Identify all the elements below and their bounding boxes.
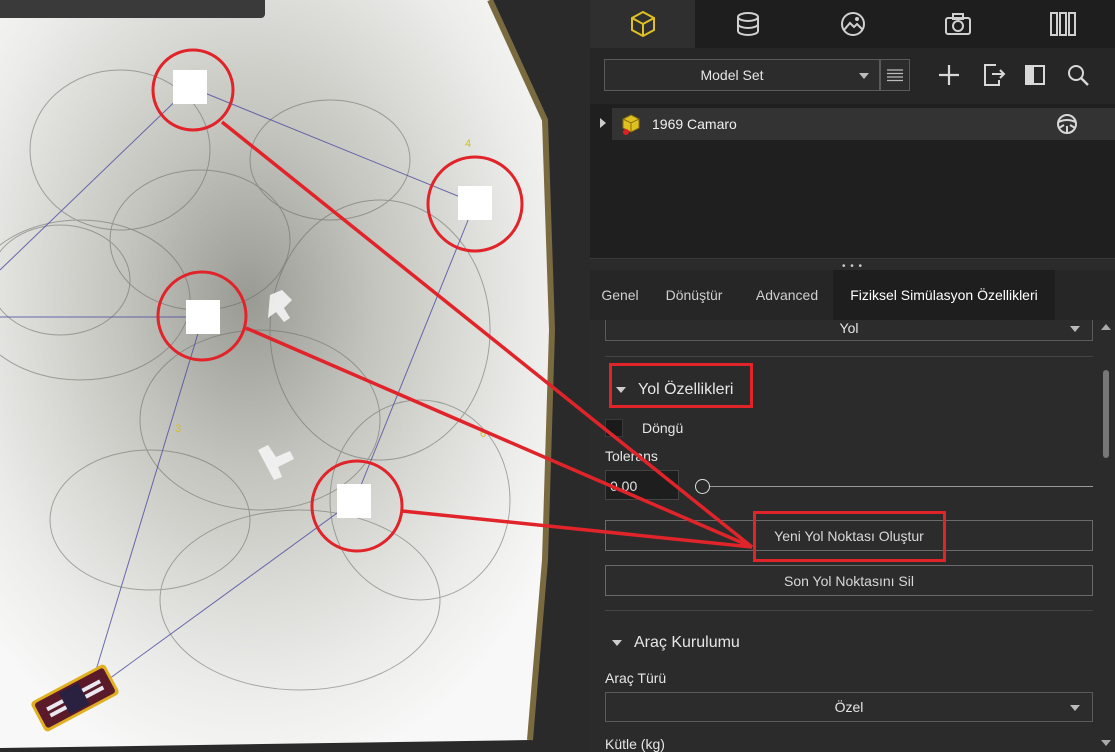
model-set-label: Model Set bbox=[700, 67, 764, 83]
expand-arrow-icon[interactable] bbox=[600, 118, 606, 128]
panel-layout-button[interactable] bbox=[1022, 62, 1048, 88]
tree-item-label: 1969 Camaro bbox=[652, 116, 737, 132]
vehicle-setup-header[interactable]: Araç Kurulumu bbox=[612, 634, 740, 652]
library-icon bbox=[1049, 12, 1076, 36]
waypoint-number: 4 bbox=[465, 138, 471, 150]
delete-last-waypoint-button[interactable]: Son Yol Noktasını Sil bbox=[605, 565, 1093, 596]
model-toolbar: Model Set bbox=[590, 48, 1115, 104]
tab-library[interactable] bbox=[1010, 0, 1115, 48]
cube-icon bbox=[630, 10, 655, 38]
model-tree: 1969 Camaro bbox=[590, 104, 1115, 258]
scroll-down-arrow-icon[interactable] bbox=[1101, 740, 1111, 746]
export-icon bbox=[984, 64, 1006, 86]
highlight-box bbox=[753, 511, 946, 562]
steering-wheel-icon[interactable] bbox=[1055, 112, 1079, 136]
scrollbar-thumb[interactable] bbox=[1103, 370, 1109, 458]
chevron-down-icon bbox=[859, 73, 869, 79]
search-button[interactable] bbox=[1065, 62, 1091, 88]
tab-cameras[interactable] bbox=[905, 0, 1010, 48]
tab-general[interactable]: Genel bbox=[590, 270, 650, 320]
type-dropdown-value: Yol bbox=[839, 320, 859, 336]
vehicle-setup-title: Araç Kurulumu bbox=[634, 634, 740, 651]
mass-label: Kütle (kg) bbox=[605, 736, 665, 752]
image-icon bbox=[840, 12, 865, 36]
type-dropdown[interactable]: Yol bbox=[605, 320, 1093, 341]
divider bbox=[605, 356, 1093, 357]
model-set-dropdown[interactable]: Model Set bbox=[604, 59, 880, 91]
scroll-up-arrow-icon[interactable] bbox=[1101, 324, 1111, 330]
scene-canvas[interactable]: 4 3 6 bbox=[0, 0, 590, 752]
tolerance-input[interactable]: 0.00 bbox=[605, 470, 679, 500]
chevron-down-icon bbox=[1070, 705, 1080, 711]
tab-physics-simulation[interactable]: Fiziksel Simülasyon Özellikleri bbox=[833, 270, 1055, 320]
tab-images[interactable] bbox=[800, 0, 905, 48]
search-icon bbox=[1068, 65, 1089, 86]
panel-top-tabs bbox=[590, 0, 1115, 48]
vehicle-type-label: Araç Türü bbox=[605, 670, 667, 686]
waypoint-marker[interactable] bbox=[337, 484, 371, 518]
tab-advanced[interactable]: Advanced bbox=[745, 270, 829, 320]
highlight-box bbox=[609, 363, 753, 408]
split-panel-icon bbox=[1025, 65, 1045, 85]
list-view-button[interactable] bbox=[880, 59, 910, 91]
viewport-overlay-bar bbox=[0, 0, 265, 18]
tolerance-slider-handle[interactable] bbox=[695, 479, 710, 494]
divider bbox=[605, 610, 1093, 611]
loop-label: Döngü bbox=[642, 420, 684, 436]
tab-environments[interactable] bbox=[695, 0, 800, 48]
3d-viewport[interactable]: 4 3 6 bbox=[0, 0, 590, 752]
camera-icon bbox=[944, 13, 971, 35]
loop-checkbox[interactable] bbox=[605, 419, 623, 437]
tree-item-camaro[interactable]: 1969 Camaro bbox=[612, 108, 1115, 140]
model-cube-icon bbox=[622, 114, 640, 135]
waypoint-marker[interactable] bbox=[458, 186, 492, 220]
properties-panel: Model Set 1969 Camaro • • • Genel Dönüşt… bbox=[590, 0, 1115, 752]
vehicle-type-dropdown[interactable]: Özel bbox=[605, 692, 1093, 722]
tolerance-slider-track[interactable] bbox=[695, 486, 1093, 487]
waypoint-number: 3 bbox=[175, 423, 181, 435]
add-button[interactable] bbox=[936, 62, 962, 88]
waypoint-marker[interactable] bbox=[186, 300, 220, 334]
waypoint-number: 6 bbox=[480, 428, 486, 440]
tolerance-label: Tolerans bbox=[605, 448, 658, 464]
cylinder-icon bbox=[736, 12, 759, 36]
waypoint-marker[interactable] bbox=[173, 70, 207, 104]
vehicle-type-value: Özel bbox=[834, 699, 864, 715]
plus-icon bbox=[939, 65, 959, 85]
property-tabs: Genel Dönüştür Advanced Fiziksel Simülas… bbox=[590, 270, 1115, 320]
export-button[interactable] bbox=[980, 62, 1006, 88]
chevron-down-icon bbox=[1070, 325, 1080, 332]
tab-models[interactable] bbox=[590, 0, 695, 48]
collapse-arrow-icon bbox=[612, 639, 622, 646]
list-icon bbox=[887, 69, 903, 82]
tab-transform[interactable]: Dönüştür bbox=[655, 270, 733, 320]
